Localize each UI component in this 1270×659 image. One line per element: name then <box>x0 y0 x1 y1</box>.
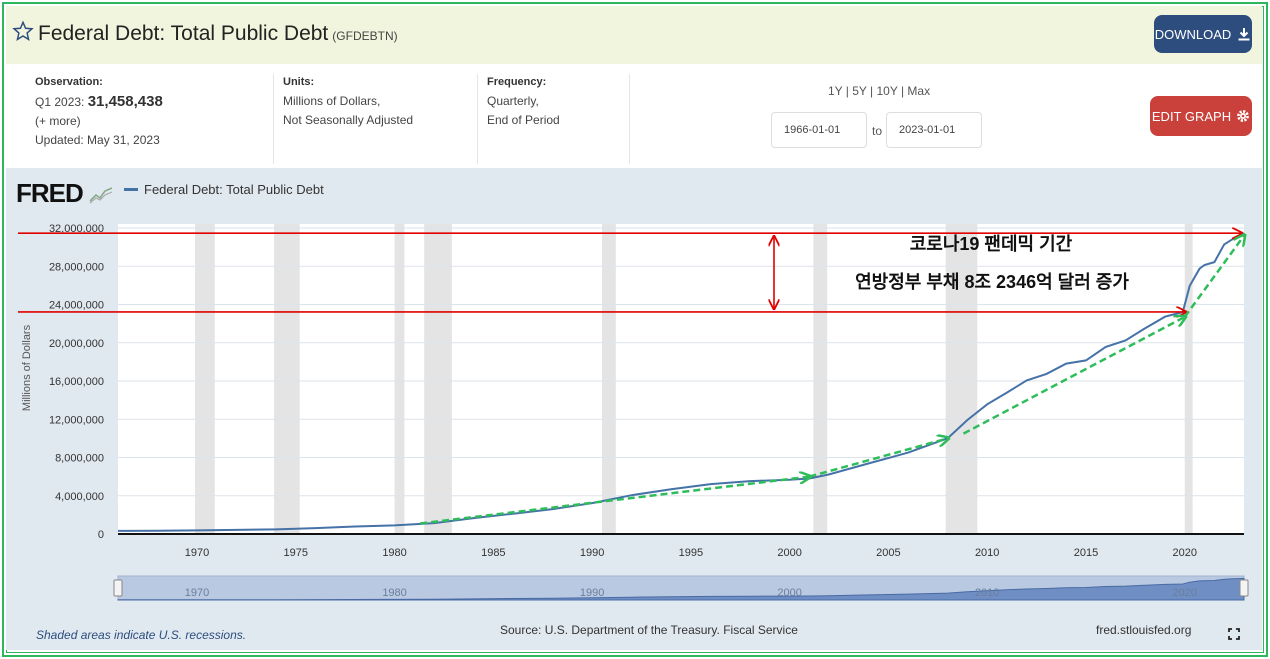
range-selector[interactable]: 1Y | 5Y | 10Y | Max <box>828 84 930 98</box>
to-label: to <box>872 124 883 138</box>
updated-date: Updated: May 31, 2023 <box>35 133 160 147</box>
y-tick-label: 24,000,000 <box>49 300 104 312</box>
end-date-input[interactable]: 2023-01-01 <box>886 112 982 148</box>
recession-shade <box>945 224 978 534</box>
x-tick-label: 2020 <box>1172 547 1196 559</box>
navigator-tick-label: 2010 <box>975 587 999 599</box>
x-tick-label: 2005 <box>876 547 900 559</box>
navigator-tick-label: 1980 <box>382 587 406 599</box>
download-label: DOWNLOAD <box>1154 26 1232 42</box>
chart-area: FRED Federal Debt: Total Public Debt 0 4,… <box>6 168 1262 650</box>
observation-period: Q1 2023: <box>35 95 85 109</box>
debt-chart: 0 4,000,000 8,000,000 12,000,000 16,000,000 2… <box>18 223 1249 601</box>
y-tick-label: 16,000,000 <box>49 376 104 388</box>
navigator-tick-label: 1990 <box>580 587 604 599</box>
y-tick-label: 8,000,000 <box>55 453 104 465</box>
units-line-2: Not Seasonally Adjusted <box>283 113 414 127</box>
series-header: Federal Debt: Total Public Debt (GFDEBTN)… <box>6 6 1262 64</box>
star-icon[interactable] <box>12 20 34 42</box>
start-date-input[interactable]: 1966-01-01 <box>771 112 867 148</box>
x-tick-label: 2015 <box>1074 547 1098 559</box>
frequency-line-1: Quarterly, <box>487 94 539 108</box>
y-tick-label: 12,000,000 <box>49 414 104 426</box>
edit-graph-label: EDIT GRAPH <box>1151 108 1232 124</box>
recession-shade <box>601 224 616 534</box>
fullscreen-icon[interactable] <box>1228 628 1240 640</box>
recession-shade <box>424 224 452 534</box>
y-axis-label: Millions of Dollars <box>21 324 33 411</box>
recession-note: Shaded areas indicate U.S. recessions. <box>36 628 247 642</box>
y-tick-label: 28,000,000 <box>49 261 104 273</box>
divider <box>273 74 274 164</box>
divider <box>629 74 630 164</box>
annotation-line-2: 연방정부 부채 8조 2346억 달러 증가 <box>855 272 1129 292</box>
recession-shade <box>195 224 215 534</box>
navigator-tick-label: 2000 <box>777 587 801 599</box>
recession-shade <box>394 224 405 534</box>
page-title: Federal Debt: Total Public Debt (GFDEBTN) <box>38 22 398 46</box>
x-tick-label: 1995 <box>679 547 703 559</box>
download-icon <box>1238 28 1250 41</box>
y-tick-label: 4,000,000 <box>55 491 104 503</box>
navigator-tick-label: 2020 <box>1172 587 1196 599</box>
units-label: Units: <box>283 76 315 88</box>
navigator-handle[interactable] <box>1239 579 1249 597</box>
series-info: Observation: Q1 2023: 31,458,438 (+ more… <box>6 64 1262 168</box>
frequency-label: Frequency: <box>487 76 547 88</box>
x-tick-label: 2000 <box>777 547 801 559</box>
x-tick-label: 1985 <box>481 547 505 559</box>
recession-shade <box>274 224 300 534</box>
more-link[interactable]: (+ more) <box>35 112 163 131</box>
units-block: Units: Millions of Dollars, Not Seasonal… <box>283 74 413 130</box>
y-tick-label: 20,000,000 <box>49 338 104 350</box>
navigator-handle[interactable] <box>113 579 123 597</box>
frequency-block: Frequency: Quarterly, End of Period <box>487 74 560 130</box>
gear-icon <box>1237 110 1250 122</box>
x-tick-label: 1975 <box>284 547 308 559</box>
x-tick-label: 2010 <box>975 547 999 559</box>
y-tick-label: 0 <box>98 529 104 541</box>
x-tick-label: 1990 <box>580 547 604 559</box>
series-id: (GFDEBTN) <box>332 29 398 43</box>
observation-block: Observation: Q1 2023: 31,458,438 (+ more… <box>35 74 163 150</box>
annotation-line-1: 코로나19 팬데믹 기간 <box>910 234 1073 254</box>
observation-label: Observation: <box>35 76 103 88</box>
recession-shade <box>813 224 828 534</box>
units-line-1: Millions of Dollars, <box>283 94 381 108</box>
site-link[interactable]: fred.stlouisfed.org <box>1096 623 1191 637</box>
frequency-line-2: End of Period <box>487 113 560 127</box>
download-button[interactable]: DOWNLOAD <box>1154 15 1252 53</box>
x-tick-label: 1970 <box>185 547 209 559</box>
x-tick-label: 1980 <box>382 547 406 559</box>
observation-value: 31,458,438 <box>87 93 163 110</box>
edit-graph-button[interactable]: EDIT GRAPH <box>1150 96 1252 136</box>
divider <box>477 74 478 164</box>
source-note: Source: U.S. Department of the Treasury.… <box>500 623 798 637</box>
navigator-tick-label: 1970 <box>185 587 209 599</box>
series-title: Federal Debt: Total Public Debt <box>38 22 329 45</box>
recession-shade <box>1184 224 1193 534</box>
